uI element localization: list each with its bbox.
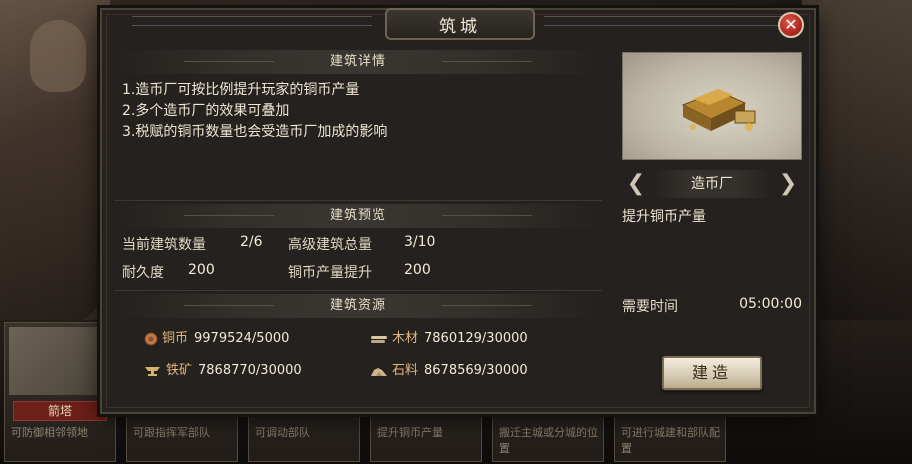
resource-wood: 木材 7860129/30000 (370, 328, 570, 350)
resource-value: 9979524/5000 (194, 331, 290, 346)
dialog-title: 筑城 (439, 16, 481, 37)
background-character (0, 0, 110, 330)
anvil-icon (145, 366, 160, 376)
advanced-total-value: 3/10 (404, 234, 436, 250)
section-divider (114, 290, 602, 291)
build-time-label: 需要时间 (622, 299, 678, 315)
background-right-scenery (802, 0, 912, 330)
resource-value: 8678569/30000 (424, 363, 528, 378)
card-desc: 可调动部队 (255, 426, 310, 439)
mint-building-icon (681, 89, 756, 131)
wood-icon (371, 335, 387, 343)
durability-value: 200 (188, 262, 215, 278)
resource-stone: 石料 8678569/30000 (370, 360, 570, 382)
close-icon: ✕ (784, 15, 798, 34)
details-heading: 建筑详情 (114, 50, 602, 74)
resource-value: 7868770/30000 (198, 363, 302, 378)
resource-name: 木材 (392, 331, 419, 346)
copper-boost-label: 铜币产量提升 (288, 265, 372, 281)
building-info-panel: 建筑详情 1.造币厂可按比例提升玩家的铜币产量 2.多个造币厂的效果可叠加 3.… (114, 50, 602, 402)
advanced-total-label: 高级建筑总量 (288, 237, 372, 253)
resources-heading: 建筑资源 (114, 294, 602, 318)
building-image (622, 52, 802, 160)
resource-name: 铜币 (162, 331, 189, 346)
card-desc: 可防御相邻领地 (11, 426, 88, 439)
chevron-right-icon: ❯ (778, 171, 798, 196)
current-count-value: 2/6 (240, 234, 263, 250)
details-line: 3.税赋的铜币数量也会受造币厂加成的影响 (122, 124, 388, 140)
build-dialog: 筑城 ✕ 建筑详情 1.造币厂可按比例提升玩家的铜币产量 2.多个造币厂的效果可… (100, 8, 816, 414)
building-name: 造币厂 (652, 170, 772, 198)
title-ornament (544, 16, 784, 26)
resource-name: 石料 (392, 363, 419, 378)
card-desc: 可进行城建和部队配置 (621, 426, 720, 455)
building-select-panel: ❮ 造币厂 ❯ 提升铜币产量 需要时间 05:00:00 建造 (616, 50, 804, 402)
current-count-label: 当前建筑数量 (122, 237, 206, 253)
coin-icon (144, 332, 158, 345)
prev-building-button[interactable]: ❮ (626, 170, 646, 198)
next-building-button[interactable]: ❯ (778, 170, 798, 198)
build-button[interactable]: 建造 (662, 356, 762, 390)
details-line: 1.造币厂可按比例提升玩家的铜币产量 (122, 82, 360, 98)
building-selector: ❮ 造币厂 ❯ (622, 170, 802, 198)
card-desc: 搬迁主城或分城的位置 (499, 426, 598, 455)
chevron-left-icon: ❮ (626, 171, 646, 196)
build-time-value: 05:00:00 (739, 296, 802, 312)
section-divider (114, 200, 602, 201)
details-text: 1.造币厂可按比例提升玩家的铜币产量 2.多个造币厂的效果可叠加 3.税赋的铜币… (122, 80, 592, 143)
stone-icon (371, 367, 387, 376)
building-effect: 提升铜币产量 (622, 209, 706, 225)
dialog-title-tab: 筑城 (385, 8, 535, 40)
build-time: 需要时间 05:00:00 (622, 296, 802, 316)
resource-iron: 铁矿 7868770/30000 (144, 360, 344, 382)
resource-value: 7860129/30000 (424, 331, 528, 346)
copper-boost-value: 200 (404, 262, 431, 278)
preview-heading: 建筑预览 (114, 204, 602, 228)
card-title: 箭塔 (13, 401, 107, 421)
close-button[interactable]: ✕ (778, 12, 804, 38)
card-desc: 可跟指挥军部队 (133, 426, 210, 439)
card-thumbnail (9, 327, 111, 395)
resource-copper: 铜币 9979524/5000 (144, 328, 334, 350)
card-desc: 提升铜币产量 (377, 426, 443, 439)
title-ornament (132, 16, 372, 26)
durability-label: 耐久度 (122, 265, 164, 281)
resource-name: 铁矿 (166, 363, 193, 378)
details-line: 2.多个造币厂的效果可叠加 (122, 103, 290, 119)
